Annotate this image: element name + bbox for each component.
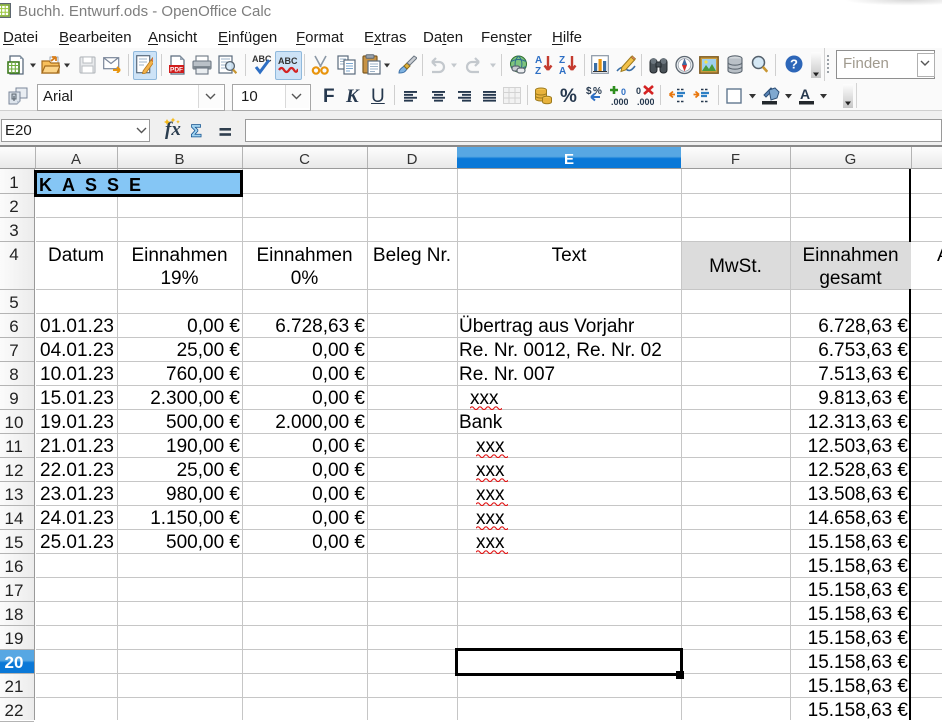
svg-text:0: 0: [636, 86, 641, 96]
svg-text:A: A: [559, 66, 566, 76]
svg-text:.000: .000: [637, 97, 654, 107]
svg-text:0: 0: [621, 87, 626, 97]
svg-text:Σ: Σ: [191, 122, 201, 140]
svg-text:A: A: [535, 55, 542, 66]
svg-text:Z: Z: [559, 55, 565, 66]
svg-text:.000: .000: [611, 97, 628, 107]
svg-text:$: $: [586, 86, 592, 97]
svg-text:Z: Z: [535, 66, 541, 76]
svg-text:A: A: [800, 86, 810, 102]
svg-text:PDF: PDF: [170, 67, 183, 74]
svg-text:ABC: ABC: [278, 56, 298, 66]
svg-text:?: ?: [790, 57, 798, 72]
